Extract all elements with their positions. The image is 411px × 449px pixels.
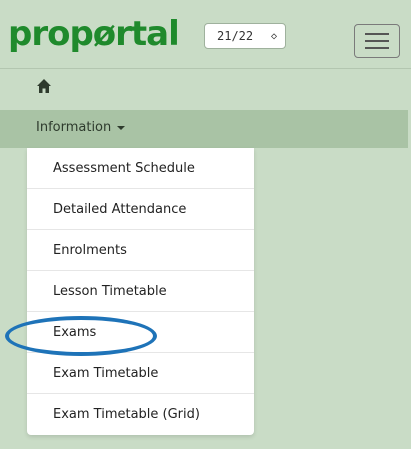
information-menu-toggle[interactable]: Information — [36, 120, 126, 135]
proportal-logo[interactable]: propørtal — [8, 8, 180, 60]
menu-item-lesson-timetable[interactable]: Lesson Timetable — [27, 271, 254, 312]
header: propørtal 21/22 ◇ — [0, 0, 411, 68]
menu-item-assessment-schedule[interactable]: Assessment Schedule — [27, 148, 254, 189]
nav-bar: Information — [0, 110, 408, 148]
academic-year-value: 21/22 — [217, 29, 254, 43]
hamburger-line — [365, 33, 389, 35]
hamburger-line — [365, 47, 389, 49]
menu-item-exam-timetable-grid[interactable]: Exam Timetable (Grid) — [27, 394, 254, 435]
header-divider — [0, 68, 411, 69]
menu-item-exams[interactable]: Exams — [27, 312, 254, 353]
menu-item-enrolments[interactable]: Enrolments — [27, 230, 254, 271]
menu-item-detailed-attendance[interactable]: Detailed Attendance — [27, 189, 254, 230]
hamburger-line — [365, 40, 389, 42]
information-dropdown-menu: Assessment Schedule Detailed Attendance … — [27, 148, 254, 435]
up-down-arrows-icon: ◇ — [270, 30, 277, 42]
information-label: Information — [36, 120, 112, 135]
academic-year-select[interactable]: 21/22 ◇ — [204, 23, 286, 49]
caret-down-icon — [117, 125, 126, 130]
home-icon[interactable] — [36, 78, 52, 94]
hamburger-menu-button[interactable] — [354, 24, 400, 58]
menu-item-exam-timetable[interactable]: Exam Timetable — [27, 353, 254, 394]
